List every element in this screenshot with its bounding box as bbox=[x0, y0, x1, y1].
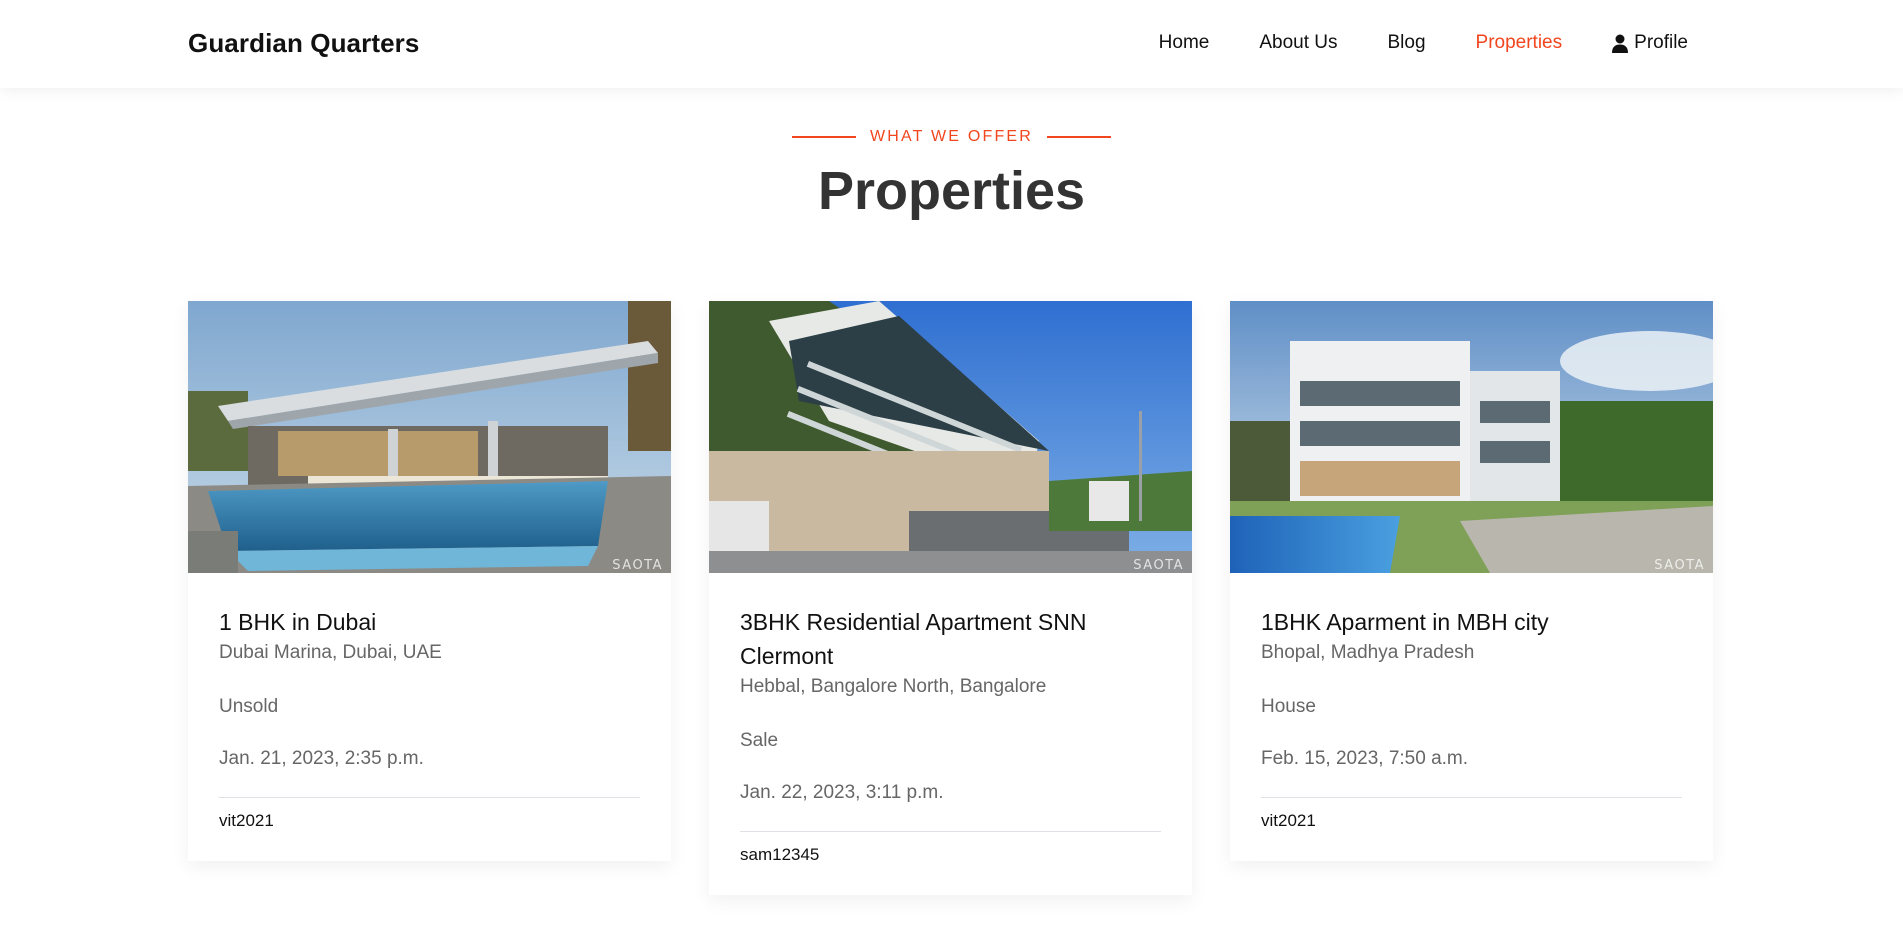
property-title[interactable]: 1BHK Aparment in MBH city bbox=[1261, 605, 1682, 639]
image-watermark: SAOTA bbox=[1654, 558, 1705, 573]
nav-blog[interactable]: Blog bbox=[1388, 32, 1426, 54]
card-divider bbox=[740, 831, 1161, 832]
main-nav: Home About Us Blog Properties Profile bbox=[1109, 32, 1688, 54]
page-title: Properties bbox=[817, 161, 1086, 221]
card-body: 1BHK Aparment in MBH city Bhopal, Madhya… bbox=[1230, 573, 1713, 861]
property-title[interactable]: 1 BHK in Dubai bbox=[219, 605, 640, 639]
property-image[interactable]: SAOTA bbox=[1230, 301, 1713, 573]
user-icon bbox=[1612, 34, 1629, 53]
card-body: 1 BHK in Dubai Dubai Marina, Dubai, UAE … bbox=[188, 573, 671, 861]
property-card[interactable]: SAOTA 1 BHK in Dubai Dubai Marina, Dubai… bbox=[188, 301, 671, 861]
property-date: Jan. 22, 2023, 3:11 p.m. bbox=[740, 782, 944, 803]
nav-about-us[interactable]: About Us bbox=[1259, 32, 1337, 54]
property-owner: sam12345 bbox=[740, 845, 820, 864]
brand-logo[interactable]: Guardian Quarters bbox=[188, 28, 419, 59]
navbar: Guardian Quarters Home About Us Blog Pro… bbox=[0, 0, 1903, 88]
property-image[interactable]: SAOTA bbox=[188, 301, 671, 573]
image-watermark: SAOTA bbox=[1133, 558, 1184, 573]
property-date: Feb. 15, 2023, 7:50 a.m. bbox=[1261, 748, 1469, 769]
nav-profile[interactable]: Profile bbox=[1612, 32, 1688, 54]
property-location: Bhopal, Madhya Pradesh bbox=[1261, 642, 1475, 663]
card-body: 3BHK Residential Apartment SNN Clermont … bbox=[709, 573, 1192, 895]
property-title[interactable]: 3BHK Residential Apartment SNN Clermont bbox=[740, 605, 1161, 673]
property-date: Jan. 21, 2023, 2:35 p.m. bbox=[219, 748, 424, 769]
nav-properties[interactable]: Properties bbox=[1476, 32, 1563, 54]
image-watermark: SAOTA bbox=[612, 558, 663, 573]
card-divider bbox=[1261, 797, 1682, 798]
card-divider bbox=[219, 797, 640, 798]
nav-profile-label: Profile bbox=[1634, 32, 1688, 53]
eyebrow-text: WHAT WE OFFER bbox=[869, 128, 1034, 145]
property-location: Dubai Marina, Dubai, UAE bbox=[219, 642, 442, 663]
property-type: Unsold bbox=[219, 696, 279, 717]
property-image[interactable]: SAOTA bbox=[709, 301, 1192, 573]
section-eyebrow: WHAT WE OFFER bbox=[0, 128, 1903, 146]
property-card[interactable]: SAOTA 3BHK Residential Apartment SNN Cle… bbox=[709, 301, 1192, 895]
property-type: House bbox=[1261, 696, 1316, 717]
nav-home[interactable]: Home bbox=[1159, 32, 1210, 54]
eyebrow-line-left bbox=[791, 136, 856, 138]
property-location: Hebbal, Bangalore North, Bangalore bbox=[740, 676, 1047, 697]
property-card[interactable]: SAOTA 1BHK Aparment in MBH city Bhopal, … bbox=[1230, 301, 1713, 861]
property-owner: vit2021 bbox=[219, 811, 274, 830]
property-type: Sale bbox=[740, 730, 779, 751]
eyebrow-line-right bbox=[1047, 136, 1112, 138]
property-owner: vit2021 bbox=[1261, 811, 1316, 830]
